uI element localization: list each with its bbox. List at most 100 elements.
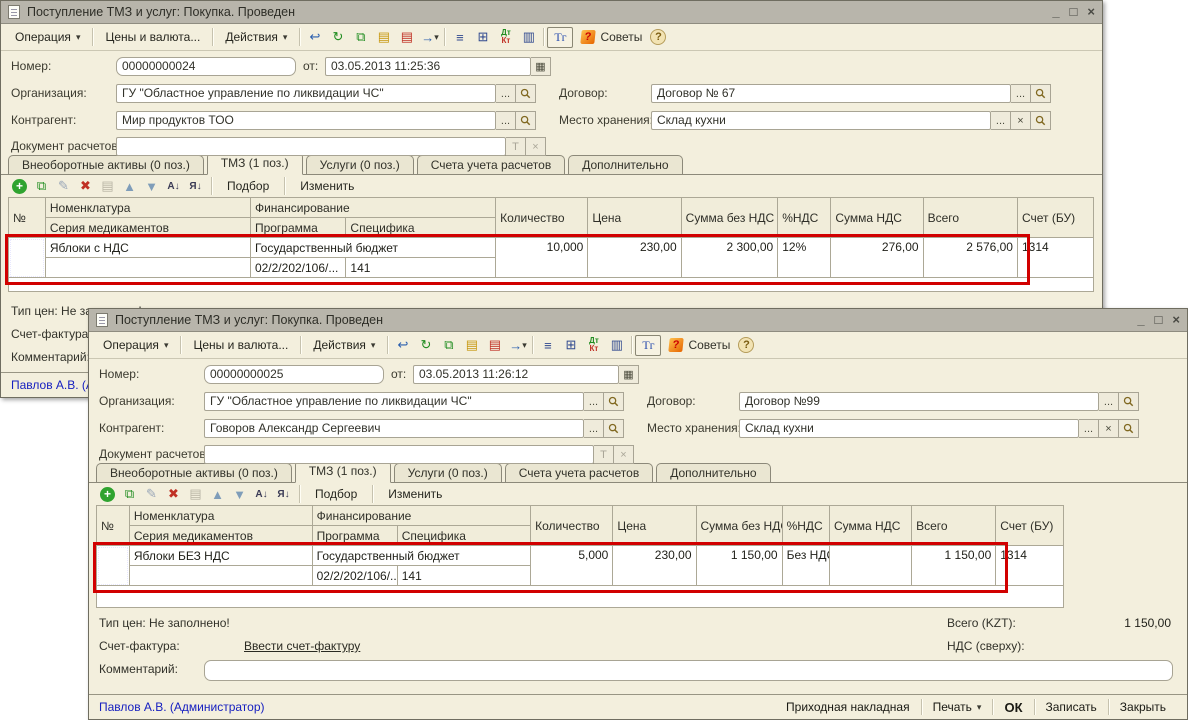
prices-currency-button[interactable]: Цены и валюта... bbox=[184, 336, 297, 354]
cell-account[interactable]: 1314 bbox=[1017, 238, 1093, 278]
titlebar[interactable]: Поступление ТМЗ и услуг: Покупка. Провед… bbox=[89, 309, 1187, 332]
cell-nomenclature[interactable]: Яблоки с НДС bbox=[45, 238, 250, 258]
receipt-document-icon[interactable]: ▤ bbox=[372, 27, 395, 48]
cell-financing[interactable]: Государственный бюджет bbox=[312, 546, 531, 566]
delete-row-icon[interactable]: ✖ bbox=[76, 177, 95, 195]
settlement-doc-field[interactable] bbox=[116, 137, 506, 156]
select-button[interactable]: ... bbox=[496, 111, 516, 130]
print-menu[interactable]: Печать▾ bbox=[922, 700, 993, 714]
tips-button[interactable]: ? Советы bbox=[669, 338, 730, 352]
post-document-icon[interactable]: ↩ bbox=[303, 27, 326, 48]
search-icon[interactable] bbox=[516, 84, 536, 103]
calendar-icon[interactable]: ▦ bbox=[531, 57, 551, 76]
return-document-icon[interactable]: ▤ bbox=[395, 27, 418, 48]
operation-menu[interactable]: Операция▾ bbox=[94, 336, 177, 354]
col-specifics[interactable]: Специфика bbox=[346, 218, 496, 238]
operation-menu[interactable]: Операция▾ bbox=[6, 28, 89, 46]
sort-desc-icon[interactable]: Я↓ bbox=[274, 485, 293, 503]
search-icon[interactable] bbox=[1119, 392, 1139, 411]
col-vat-percent[interactable]: %НДС bbox=[782, 506, 829, 546]
cell-sum-wo-vat[interactable]: 2 300,00 bbox=[681, 238, 778, 278]
clear-icon[interactable]: × bbox=[1011, 111, 1031, 130]
date-field[interactable]: 03.05.2013 11:26:12 bbox=[413, 365, 619, 384]
cell-program[interactable]: 02/2/202/106/... bbox=[312, 566, 397, 586]
cell-specifics[interactable]: 141 bbox=[346, 258, 496, 278]
maximize-icon[interactable]: □ bbox=[1155, 313, 1163, 327]
pick-button[interactable]: Подбор bbox=[218, 179, 278, 193]
minimize-icon[interactable]: _ bbox=[1052, 5, 1059, 19]
calendar-icon[interactable]: ▦ bbox=[619, 365, 639, 384]
copy-row-icon[interactable]: ⧉ bbox=[120, 485, 139, 503]
journal-icon[interactable]: ▥ bbox=[517, 27, 540, 48]
tips-button[interactable]: ? Советы bbox=[581, 30, 642, 44]
clear-icon[interactable]: × bbox=[614, 445, 634, 464]
select-button[interactable]: ... bbox=[584, 419, 604, 438]
select-button[interactable]: ... bbox=[1079, 419, 1099, 438]
post-document-icon[interactable]: ↩ bbox=[391, 335, 414, 356]
col-series[interactable]: Серия медикаментов bbox=[129, 526, 312, 546]
col-specifics[interactable]: Специфика bbox=[397, 526, 530, 546]
actions-menu[interactable]: Действия▾ bbox=[304, 336, 384, 354]
move-down-icon[interactable]: ▼ bbox=[230, 485, 249, 503]
col-total[interactable]: Всего bbox=[912, 506, 996, 546]
tab-additional[interactable]: Дополнительно bbox=[568, 155, 682, 174]
warehouse-field[interactable]: Склад кухни bbox=[651, 111, 991, 130]
cell-quantity[interactable]: 10,000 bbox=[496, 238, 588, 278]
col-quantity[interactable]: Количество bbox=[531, 506, 613, 546]
select-button[interactable]: ... bbox=[991, 111, 1011, 130]
cell-vat-percent[interactable]: 12% bbox=[778, 238, 831, 278]
cell-total[interactable]: 2 576,00 bbox=[923, 238, 1017, 278]
help-icon[interactable]: ? bbox=[738, 337, 754, 353]
col-num[interactable]: № bbox=[9, 198, 46, 238]
help-icon[interactable]: ? bbox=[650, 29, 666, 45]
settlement-doc-field[interactable] bbox=[204, 445, 594, 464]
cell-total[interactable]: 1 150,00 bbox=[912, 546, 996, 586]
tab-settlement-accounts[interactable]: Счета учета расчетов bbox=[505, 463, 653, 482]
dt-kt-icon[interactable]: ДтКт bbox=[582, 335, 605, 356]
finish-edit-icon[interactable]: ▤ bbox=[98, 177, 117, 195]
pick-button[interactable]: Подбор bbox=[306, 487, 366, 501]
row-number-cell[interactable]: 1 bbox=[9, 238, 46, 278]
tab-fixed-assets[interactable]: Внеоборотные активы (0 поз.) bbox=[8, 155, 204, 174]
col-quantity[interactable]: Количество bbox=[496, 198, 588, 238]
select-button[interactable]: ... bbox=[1011, 84, 1031, 103]
text-format-button[interactable]: Тг bbox=[635, 335, 661, 356]
table-empty-area[interactable] bbox=[96, 586, 1064, 608]
settings-list-icon[interactable]: ⊞ bbox=[471, 27, 494, 48]
edit-row-icon[interactable]: ✎ bbox=[142, 485, 161, 503]
select-button[interactable]: ... bbox=[1099, 392, 1119, 411]
return-document-icon[interactable]: ▤ bbox=[483, 335, 506, 356]
sort-desc-icon[interactable]: Я↓ bbox=[186, 177, 205, 195]
col-program[interactable]: Программа bbox=[312, 526, 397, 546]
clear-icon[interactable]: × bbox=[526, 137, 546, 156]
titlebar[interactable]: Поступление ТМЗ и услуг: Покупка. Провед… bbox=[1, 1, 1102, 24]
col-num[interactable]: № bbox=[97, 506, 130, 546]
receipt-note-button[interactable]: Приходная накладная bbox=[775, 700, 921, 714]
cell-price[interactable]: 230,00 bbox=[613, 546, 696, 586]
comment-field[interactable] bbox=[204, 660, 1173, 681]
change-button[interactable]: Изменить bbox=[291, 179, 363, 193]
select-button[interactable]: ... bbox=[496, 84, 516, 103]
tab-additional[interactable]: Дополнительно bbox=[656, 463, 770, 482]
col-financing[interactable]: Финансирование bbox=[250, 198, 495, 218]
goto-icon[interactable]: →▾ bbox=[418, 27, 441, 48]
cell-financing[interactable]: Государственный бюджет bbox=[250, 238, 495, 258]
minimize-icon[interactable]: _ bbox=[1137, 313, 1144, 327]
add-row-icon[interactable]: + bbox=[12, 179, 27, 194]
tab-services[interactable]: Услуги (0 поз.) bbox=[306, 155, 414, 174]
tab-settlement-accounts[interactable]: Счета учета расчетов bbox=[417, 155, 565, 174]
cell-series[interactable] bbox=[129, 566, 312, 586]
search-icon[interactable] bbox=[1031, 111, 1051, 130]
type-button[interactable]: T bbox=[594, 445, 614, 464]
col-vat-sum[interactable]: Сумма НДС bbox=[831, 198, 923, 238]
counterparty-field[interactable]: Говоров Александр Сергеевич bbox=[204, 419, 584, 438]
organization-field[interactable]: ГУ "Областное управление по ликвидации Ч… bbox=[116, 84, 496, 103]
finish-edit-icon[interactable]: ▤ bbox=[186, 485, 205, 503]
cell-sum-wo-vat[interactable]: 1 150,00 bbox=[696, 546, 782, 586]
text-format-button[interactable]: Тг bbox=[547, 27, 573, 48]
col-account[interactable]: Счет (БУ) bbox=[996, 506, 1064, 546]
edit-row-icon[interactable]: ✎ bbox=[54, 177, 73, 195]
table-row[interactable]: 1 Яблоки с НДС Государственный бюджет 10… bbox=[9, 238, 1094, 258]
col-sum-wo-vat[interactable]: Сумма без НДС bbox=[696, 506, 782, 546]
save-button[interactable]: Записать bbox=[1035, 700, 1108, 714]
